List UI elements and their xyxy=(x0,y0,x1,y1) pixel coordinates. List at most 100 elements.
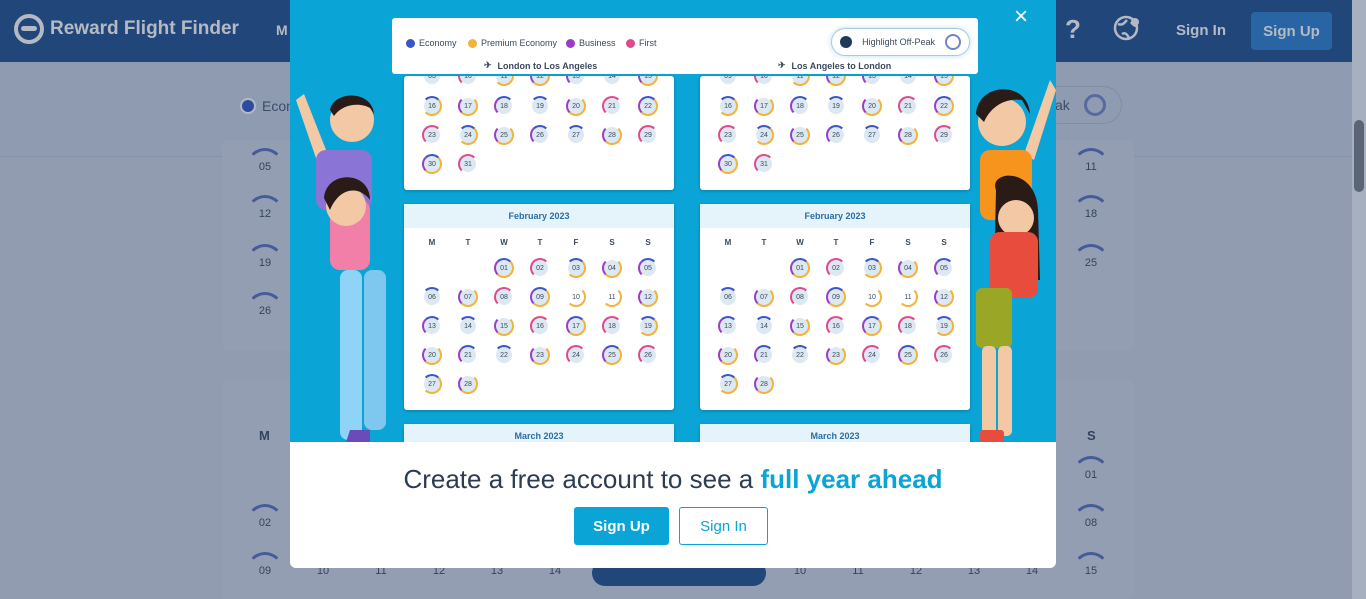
calendar-date[interactable]: 10 xyxy=(458,76,478,86)
calendar-date[interactable]: 16 xyxy=(422,96,442,116)
calendar-date[interactable]: 25 xyxy=(602,345,622,365)
calendar-date[interactable]: 03 xyxy=(566,258,586,278)
calendar-date[interactable]: 09 xyxy=(530,287,550,307)
calendar-date[interactable]: 05 xyxy=(934,258,954,278)
calendar-date[interactable]: 23 xyxy=(422,125,442,145)
calendar-date[interactable]: 10 xyxy=(754,76,774,86)
calendar-date[interactable]: 18 xyxy=(790,96,810,116)
calendar-date[interactable]: 31 xyxy=(458,154,478,174)
calendar-date[interactable]: 04 xyxy=(898,258,918,278)
calendar-date[interactable]: 20 xyxy=(422,345,442,365)
calendar-date[interactable]: 22 xyxy=(934,96,954,116)
modal-sign-up-button[interactable]: Sign Up xyxy=(574,507,669,545)
calendar-date[interactable]: 25 xyxy=(790,125,810,145)
calendar-date[interactable]: 21 xyxy=(602,96,622,116)
calendar-date[interactable]: 22 xyxy=(638,96,658,116)
calendar-date[interactable]: 22 xyxy=(790,345,810,365)
calendar-date[interactable]: 22 xyxy=(494,345,514,365)
calendar-date[interactable]: 16 xyxy=(718,96,738,116)
calendar-date[interactable]: 15 xyxy=(934,76,954,86)
calendar-date[interactable]: 11 xyxy=(494,76,514,86)
modal-sign-in-button[interactable]: Sign In xyxy=(679,507,768,545)
calendar-date[interactable]: 15 xyxy=(638,76,658,86)
calendar-date[interactable]: 13 xyxy=(718,316,738,336)
calendar-date[interactable]: 03 xyxy=(422,76,442,86)
calendar-date[interactable]: 20 xyxy=(718,345,738,365)
calendar-date[interactable]: 11 xyxy=(898,287,918,307)
calendar-date[interactable]: 03 xyxy=(862,258,882,278)
calendar-date[interactable]: 23 xyxy=(530,345,550,365)
calendar-date[interactable]: 21 xyxy=(754,345,774,365)
calendar-date[interactable]: 17 xyxy=(566,316,586,336)
calendar-date[interactable]: 14 xyxy=(458,316,478,336)
calendar-date[interactable]: 24 xyxy=(754,125,774,145)
calendar-date[interactable]: 02 xyxy=(530,258,550,278)
calendar-date[interactable]: 10 xyxy=(566,287,586,307)
calendar-date[interactable]: 14 xyxy=(754,316,774,336)
calendar-date[interactable]: 23 xyxy=(718,125,738,145)
calendar-date[interactable]: 30 xyxy=(718,154,738,174)
calendar-date[interactable]: 07 xyxy=(458,287,478,307)
calendar-date[interactable]: 26 xyxy=(638,345,658,365)
calendar-date[interactable]: 27 xyxy=(422,374,442,394)
calendar-date[interactable]: 29 xyxy=(934,125,954,145)
calendar-date[interactable]: 10 xyxy=(862,287,882,307)
scrollbar-thumb[interactable] xyxy=(1354,120,1364,192)
calendar-date[interactable]: 01 xyxy=(790,258,810,278)
calendar-date[interactable]: 16 xyxy=(826,316,846,336)
calendar-date[interactable]: 18 xyxy=(494,96,514,116)
calendar-date[interactable]: 21 xyxy=(898,96,918,116)
calendar-date[interactable]: 21 xyxy=(458,345,478,365)
calendar-date[interactable]: 25 xyxy=(898,345,918,365)
calendar-date[interactable]: 20 xyxy=(566,96,586,116)
calendar-date[interactable]: 26 xyxy=(530,125,550,145)
calendar-date[interactable]: 14 xyxy=(898,76,918,86)
calendar-date[interactable]: 25 xyxy=(494,125,514,145)
calendar-date[interactable]: 09 xyxy=(826,287,846,307)
calendar-date[interactable]: 06 xyxy=(718,287,738,307)
calendar-date[interactable]: 16 xyxy=(530,316,550,336)
calendar-date[interactable]: 27 xyxy=(566,125,586,145)
calendar-date[interactable]: 30 xyxy=(422,154,442,174)
calendar-date[interactable]: 17 xyxy=(754,96,774,116)
calendar-date[interactable]: 17 xyxy=(862,316,882,336)
calendar-date[interactable]: 12 xyxy=(638,287,658,307)
calendar-date[interactable]: 24 xyxy=(458,125,478,145)
calendar-date[interactable]: 18 xyxy=(602,316,622,336)
calendar-date[interactable]: 28 xyxy=(602,125,622,145)
calendar-date[interactable]: 08 xyxy=(494,287,514,307)
calendar-date[interactable]: 12 xyxy=(826,76,846,86)
calendar-date[interactable]: 05 xyxy=(638,258,658,278)
calendar-date[interactable]: 19 xyxy=(530,96,550,116)
calendar-date[interactable]: 17 xyxy=(458,96,478,116)
calendar-date[interactable]: 01 xyxy=(494,258,514,278)
page-scrollbar[interactable] xyxy=(1352,0,1366,599)
calendar-date[interactable]: 14 xyxy=(602,76,622,86)
calendar-date[interactable]: 28 xyxy=(754,374,774,394)
calendar-date[interactable]: 12 xyxy=(530,76,550,86)
calendar-date[interactable]: 29 xyxy=(638,125,658,145)
calendar-date[interactable]: 28 xyxy=(898,125,918,145)
calendar-date[interactable]: 26 xyxy=(826,125,846,145)
calendar-date[interactable]: 19 xyxy=(638,316,658,336)
calendar-date[interactable]: 11 xyxy=(602,287,622,307)
calendar-date[interactable]: 04 xyxy=(602,258,622,278)
calendar-date[interactable]: 26 xyxy=(934,345,954,365)
calendar-date[interactable]: 13 xyxy=(422,316,442,336)
calendar-date[interactable]: 07 xyxy=(754,287,774,307)
calendar-date[interactable]: 08 xyxy=(790,287,810,307)
calendar-date[interactable]: 19 xyxy=(826,96,846,116)
calendar-date[interactable]: 24 xyxy=(862,345,882,365)
calendar-date[interactable]: 24 xyxy=(566,345,586,365)
calendar-date[interactable]: 28 xyxy=(458,374,478,394)
calendar-date[interactable]: 06 xyxy=(422,287,442,307)
calendar-date[interactable]: 27 xyxy=(718,374,738,394)
calendar-date[interactable]: 09 xyxy=(718,76,738,86)
close-icon[interactable]: × xyxy=(1008,3,1034,30)
calendar-date[interactable]: 15 xyxy=(494,316,514,336)
calendar-date[interactable]: 23 xyxy=(826,345,846,365)
calendar-date[interactable]: 18 xyxy=(898,316,918,336)
calendar-date[interactable]: 19 xyxy=(934,316,954,336)
calendar-date[interactable]: 13 xyxy=(566,76,586,86)
calendar-date[interactable]: 31 xyxy=(754,154,774,174)
